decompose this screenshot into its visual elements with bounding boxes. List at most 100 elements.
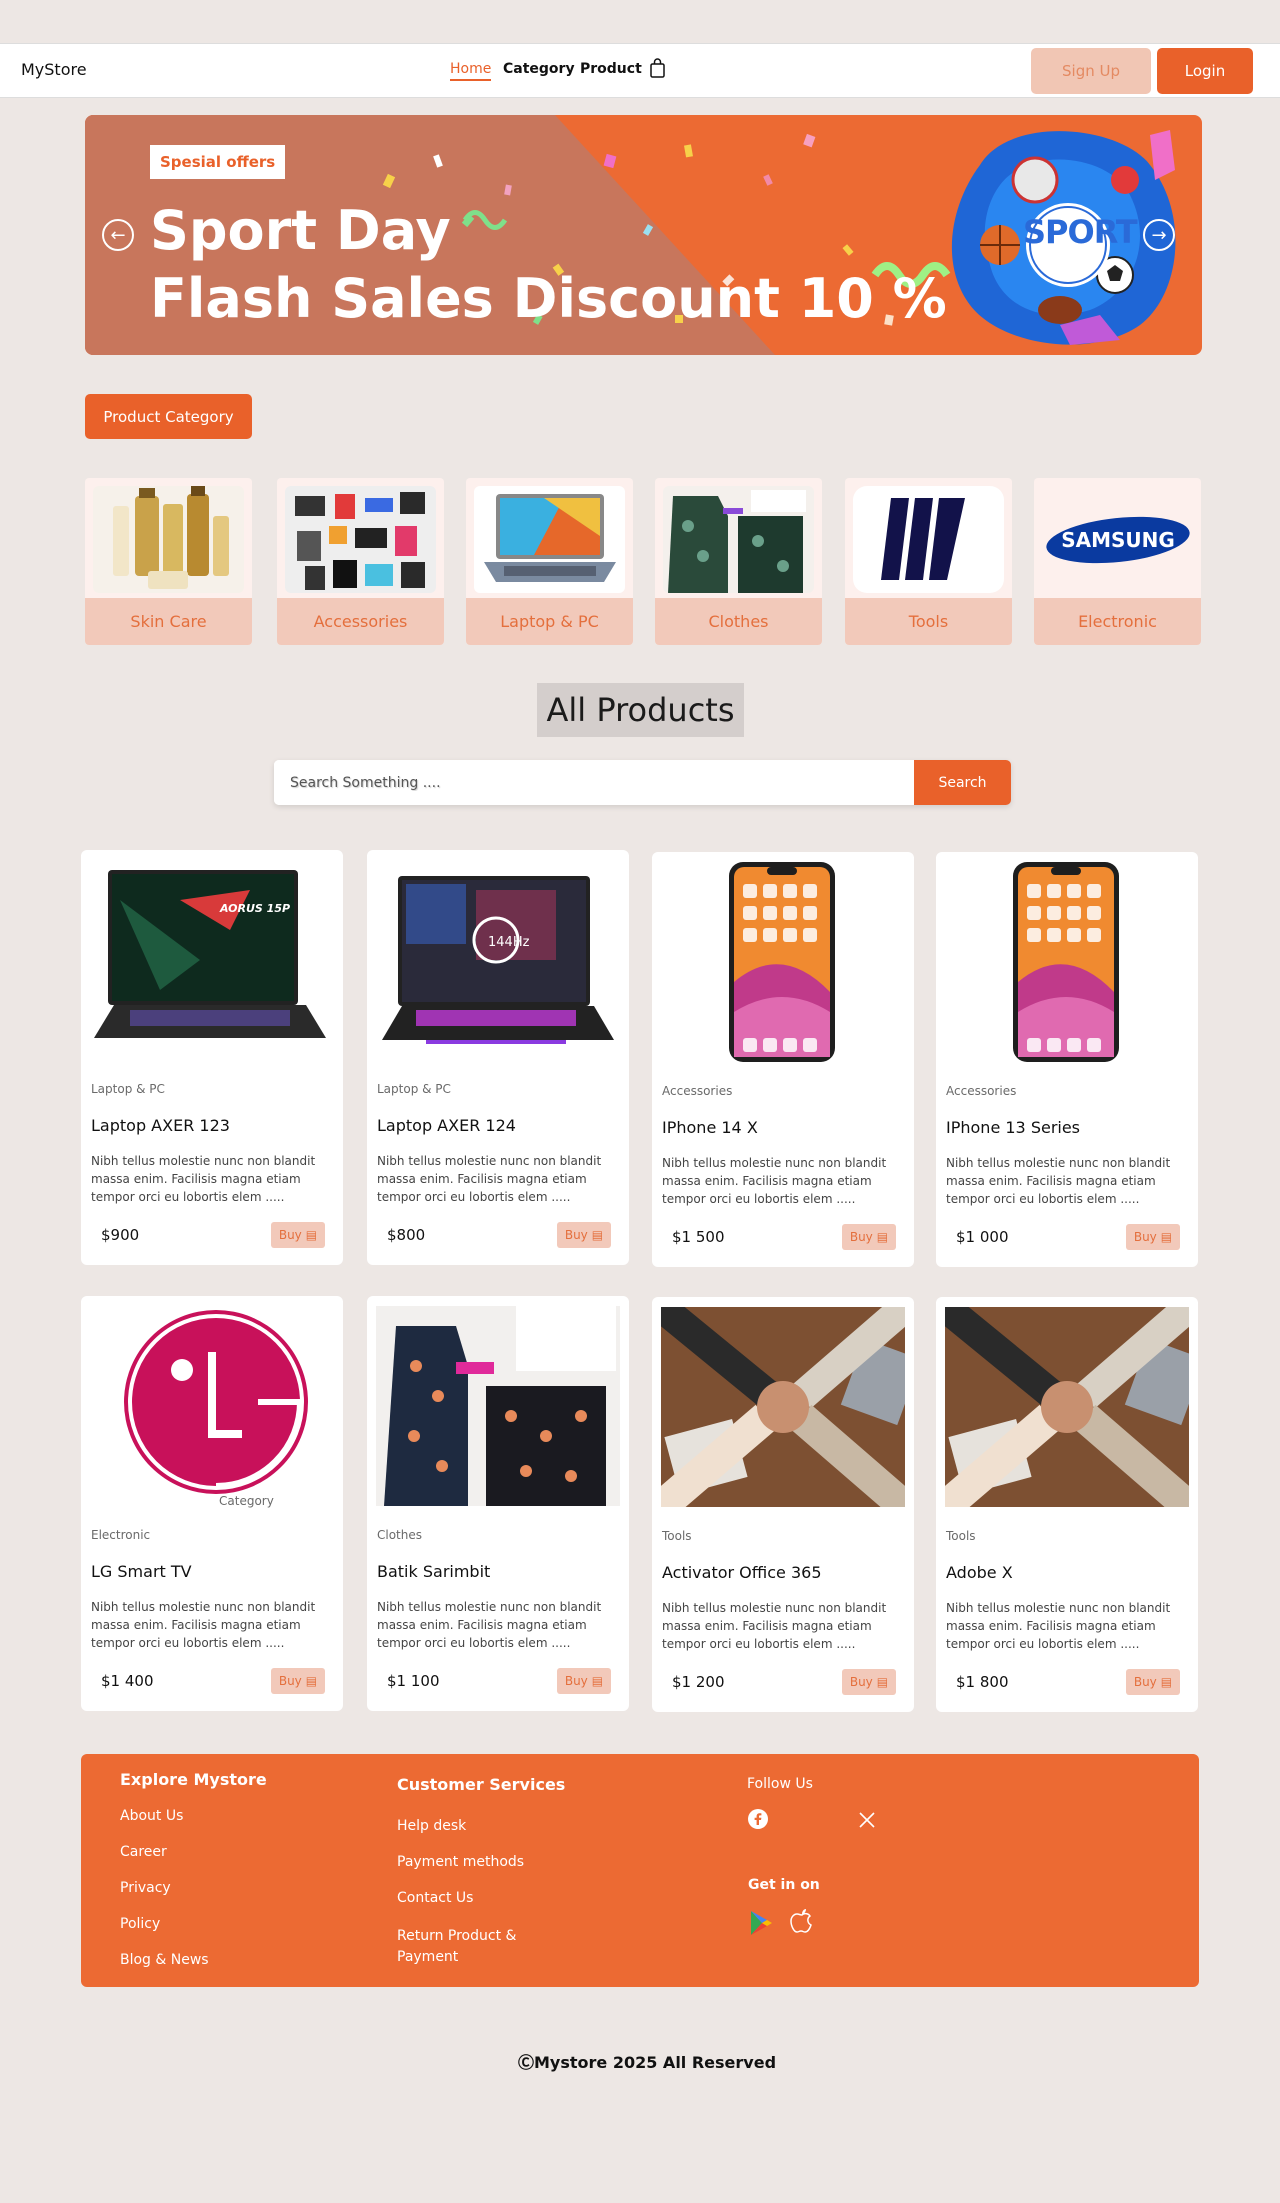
buy-label: Buy bbox=[564, 1674, 588, 1688]
svg-text:AORUS 15P: AORUS 15P bbox=[219, 902, 290, 915]
product-description: Nibh tellus molestie nunc non blandit ma… bbox=[377, 1154, 602, 1204]
laptop-image bbox=[474, 486, 625, 593]
hero-banner: SPORT Spesial offers Sport Day Flash Sal… bbox=[85, 115, 1202, 355]
footer-explore-title: Explore Mystore bbox=[120, 1770, 267, 1789]
login-button[interactable]: Login bbox=[1157, 48, 1253, 94]
bag-icon: ▤ bbox=[876, 1675, 889, 1689]
buy-button[interactable]: Buy ▤ bbox=[842, 1224, 896, 1250]
category-label: Electronic bbox=[1034, 598, 1201, 645]
shopping-bag-icon[interactable] bbox=[649, 58, 666, 78]
bag-icon: ▤ bbox=[305, 1228, 318, 1242]
special-offer-badge: Spesial offers bbox=[150, 145, 286, 179]
product-category-button[interactable]: Product Category bbox=[85, 394, 252, 439]
footer-link-helpdesk[interactable]: Help desk bbox=[397, 1818, 466, 1834]
samsung-logo-image: SAMSUNG bbox=[1042, 486, 1193, 593]
product-price: $900 bbox=[101, 1226, 140, 1244]
product-card[interactable]: 144Hz Laptop & PC Laptop AXER 124 Nibh t… bbox=[367, 850, 629, 1265]
nav-link-category[interactable]: Category bbox=[503, 61, 575, 77]
footer-link-contact[interactable]: Contact Us bbox=[397, 1890, 473, 1906]
product-price: $1 200 bbox=[672, 1673, 725, 1691]
skin-care-image bbox=[93, 486, 244, 593]
bag-icon: ▤ bbox=[591, 1228, 604, 1242]
accessories-image bbox=[285, 486, 436, 593]
brand-logo[interactable]: MyStore bbox=[21, 60, 87, 79]
product-card[interactable]: Accessories IPhone 13 Series Nibh tellus… bbox=[936, 852, 1198, 1267]
footer-link-payment[interactable]: Payment methods bbox=[397, 1854, 524, 1870]
category-card-accessories[interactable]: Accessories bbox=[277, 478, 444, 645]
product-name[interactable]: IPhone 14 X bbox=[662, 1118, 758, 1137]
product-image bbox=[945, 1307, 1189, 1507]
buy-button[interactable]: Buy ▤ bbox=[1126, 1224, 1180, 1250]
bag-icon: ▤ bbox=[1160, 1675, 1173, 1689]
product-price: $1 800 bbox=[956, 1673, 1009, 1691]
product-card[interactable]: Tools Activator Office 365 Nibh tellus m… bbox=[652, 1297, 914, 1712]
product-image bbox=[945, 862, 1189, 1062]
product-description: Nibh tellus molestie nunc non blandit ma… bbox=[662, 1601, 887, 1651]
buy-label: Buy bbox=[849, 1675, 873, 1689]
carousel-next-arrow-icon[interactable]: → bbox=[1143, 219, 1175, 251]
product-category: Tools bbox=[946, 1529, 976, 1543]
bag-icon: ▤ bbox=[305, 1674, 318, 1688]
search-input[interactable] bbox=[274, 760, 914, 805]
buy-button[interactable]: Buy ▤ bbox=[842, 1669, 896, 1695]
x-twitter-icon[interactable] bbox=[858, 1811, 876, 1829]
category-card-skin-care[interactable]: Skin Care bbox=[85, 478, 252, 645]
product-description: Nibh tellus molestie nunc non blandit ma… bbox=[91, 1600, 316, 1650]
buy-button[interactable]: Buy ▤ bbox=[557, 1668, 611, 1694]
image-caption: Category bbox=[219, 1494, 274, 1508]
product-name[interactable]: Batik Sarimbit bbox=[377, 1562, 490, 1581]
product-card[interactable]: Category Electronic LG Smart TV Nibh tel… bbox=[81, 1296, 343, 1711]
product-price: $1 000 bbox=[956, 1228, 1009, 1246]
footer-link-policy[interactable]: Policy bbox=[120, 1916, 160, 1932]
category-card-clothes[interactable]: Clothes bbox=[655, 478, 822, 645]
sport-logo-text: SPORT bbox=[1023, 213, 1138, 251]
product-name[interactable]: Activator Office 365 bbox=[662, 1563, 822, 1582]
product-name[interactable]: IPhone 13 Series bbox=[946, 1118, 1080, 1137]
product-card[interactable]: Accessories IPhone 14 X Nibh tellus mole… bbox=[652, 852, 914, 1267]
footer-getin-title: Get in on bbox=[748, 1877, 820, 1893]
navbar: MyStore Home Category Product Sign Up Lo… bbox=[0, 43, 1280, 98]
buy-button[interactable]: Buy ▤ bbox=[1126, 1669, 1180, 1695]
footer-link-about[interactable]: About Us bbox=[120, 1808, 183, 1824]
product-category: Laptop & PC bbox=[377, 1082, 451, 1096]
category-card-laptop-pc[interactable]: Laptop & PC bbox=[466, 478, 633, 645]
product-price: $1 400 bbox=[101, 1672, 154, 1690]
buy-label: Buy bbox=[278, 1228, 302, 1242]
nav-link-home[interactable]: Home bbox=[450, 61, 492, 81]
footer: Explore Mystore About Us Career Privacy … bbox=[81, 1754, 1199, 1987]
product-card[interactable]: Clothes Batik Sarimbit Nibh tellus moles… bbox=[367, 1296, 629, 1711]
category-label: Tools bbox=[845, 598, 1012, 645]
category-card-tools[interactable]: Tools bbox=[845, 478, 1012, 645]
buy-button[interactable]: Buy ▤ bbox=[271, 1222, 325, 1248]
google-play-icon[interactable] bbox=[748, 1909, 774, 1937]
search-button[interactable]: Search bbox=[914, 760, 1011, 805]
product-image: 144Hz bbox=[376, 860, 620, 1060]
footer-link-blog[interactable]: Blog & News bbox=[120, 1952, 209, 1968]
product-description: Nibh tellus molestie nunc non blandit ma… bbox=[946, 1156, 1171, 1206]
buy-button[interactable]: Buy ▤ bbox=[271, 1668, 325, 1694]
product-name[interactable]: Adobe X bbox=[946, 1563, 1013, 1582]
footer-link-career[interactable]: Career bbox=[120, 1844, 167, 1860]
product-category: Laptop & PC bbox=[91, 1082, 165, 1096]
product-name[interactable]: Laptop AXER 123 bbox=[91, 1116, 230, 1135]
product-description: Nibh tellus molestie nunc non blandit ma… bbox=[946, 1601, 1171, 1651]
nav-link-product[interactable]: Product bbox=[580, 61, 642, 77]
buy-label: Buy bbox=[278, 1674, 302, 1688]
tools-logo-image bbox=[853, 486, 1004, 593]
product-name[interactable]: Laptop AXER 124 bbox=[377, 1116, 516, 1135]
category-card-electronic[interactable]: SAMSUNG Electronic bbox=[1034, 478, 1201, 645]
buy-button[interactable]: Buy ▤ bbox=[557, 1222, 611, 1248]
apple-icon[interactable] bbox=[790, 1907, 814, 1935]
buy-label: Buy bbox=[1133, 1675, 1157, 1689]
svg-text:144Hz: 144Hz bbox=[488, 935, 530, 950]
signup-button[interactable]: Sign Up bbox=[1031, 48, 1151, 94]
product-card[interactable]: Tools Adobe X Nibh tellus molestie nunc … bbox=[936, 1297, 1198, 1712]
facebook-icon[interactable] bbox=[748, 1809, 768, 1829]
product-card[interactable]: AORUS 15P Laptop & PC Laptop AXER 123 Ni… bbox=[81, 850, 343, 1265]
product-price: $1 500 bbox=[672, 1228, 725, 1246]
product-name[interactable]: LG Smart TV bbox=[91, 1562, 192, 1581]
footer-link-privacy[interactable]: Privacy bbox=[120, 1880, 171, 1896]
product-category: Accessories bbox=[662, 1084, 733, 1098]
carousel-prev-arrow-icon[interactable]: ← bbox=[102, 219, 134, 251]
footer-link-return[interactable]: Return Product & Payment bbox=[397, 1926, 537, 1968]
